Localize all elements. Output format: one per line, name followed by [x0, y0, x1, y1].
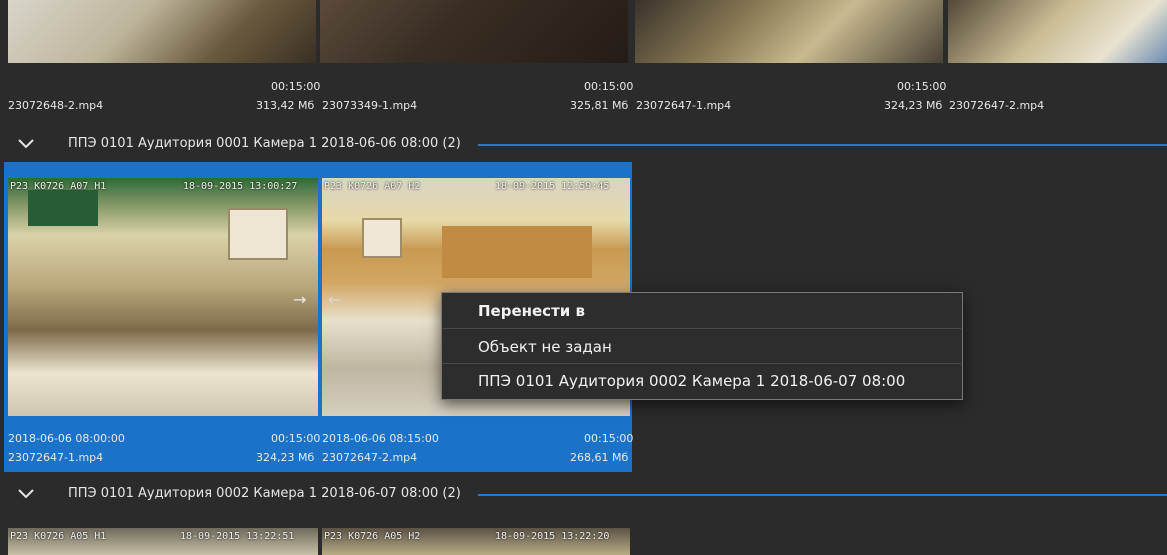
camera-stamp: P23 K0726 A05 H1: [10, 531, 107, 542]
menu-item-move-to-group[interactable]: ППЭ 0101 Аудитория 0002 Камера 1 2018-06…: [478, 372, 905, 390]
video-duration: 00:15:00: [584, 80, 634, 93]
video-filename: 23072647-2.mp4: [322, 451, 418, 464]
video-start-time: 2018-06-06 08:15:00: [322, 432, 439, 445]
video-thumbnail[interactable]: [635, 0, 943, 63]
video-size: 324,23 Мб: [884, 99, 943, 112]
time-stamp: 18-09-2015 13:22:51: [180, 531, 295, 542]
video-thumbnail[interactable]: [8, 0, 316, 63]
chalkboard: [28, 190, 98, 226]
video-duration: 00:15:00: [584, 432, 634, 445]
video-size: 324,23 Мб: [256, 451, 315, 464]
time-stamp: 18-09-2015 12:59:45: [495, 181, 610, 192]
video-size: 325,81 Мб: [570, 99, 629, 112]
wall-poster: [228, 208, 288, 260]
camera-stamp: P23 K0726 A05 H2: [324, 531, 421, 542]
camera-stamp: P23 K0726 A07 H2: [324, 181, 421, 192]
video-filename: 23072647-2.mp4: [949, 99, 1045, 112]
group-divider: [478, 144, 1167, 146]
menu-separator: [443, 363, 961, 364]
time-stamp: 18-09-2015 13:00:27: [183, 181, 298, 192]
menu-separator: [443, 328, 961, 329]
video-duration: 00:15:00: [897, 80, 947, 93]
wooden-cabinet: [442, 226, 592, 278]
camera-stamp: P23 K0726 A07 H1: [10, 181, 107, 192]
group-header[interactable]: ППЭ 0101 Аудитория 0002 Камера 1 2018-06…: [0, 484, 1167, 506]
video-duration: 00:15:00: [271, 80, 321, 93]
wall-poster: [362, 218, 402, 258]
next-arrow-icon[interactable]: →: [293, 290, 306, 309]
group-header[interactable]: ППЭ 0101 Аудитория 0001 Камера 1 2018-06…: [0, 134, 1167, 156]
group-title: ППЭ 0101 Аудитория 0002 Камера 1 2018-06…: [68, 486, 461, 501]
video-filename: 23072647-1.mp4: [8, 451, 104, 464]
video-start-time: 2018-06-06 08:00:00: [8, 432, 125, 445]
video-thumbnail[interactable]: →: [8, 178, 318, 416]
menu-item-no-object[interactable]: Объект не задан: [478, 338, 612, 356]
chevron-down-icon[interactable]: [16, 136, 36, 152]
video-size: 268,61 Мб: [570, 451, 629, 464]
video-filename: 23073349-1.mp4: [322, 99, 418, 112]
video-filename: 23072647-1.mp4: [636, 99, 732, 112]
video-size: 313,42 Мб: [256, 99, 315, 112]
prev-arrow-icon[interactable]: ←: [328, 290, 341, 309]
video-thumbnail[interactable]: [948, 0, 1167, 63]
video-filename: 23072648-2.mp4: [8, 99, 104, 112]
group-divider: [478, 494, 1167, 496]
group-title: ППЭ 0101 Аудитория 0001 Камера 1 2018-06…: [68, 136, 461, 151]
video-duration: 00:15:00: [271, 432, 321, 445]
context-menu: Перенести в Объект не задан ППЭ 0101 Ауд…: [441, 292, 963, 400]
chevron-down-icon[interactable]: [16, 486, 36, 502]
context-menu-header: Перенести в: [478, 302, 585, 320]
video-thumbnail[interactable]: [320, 0, 628, 63]
time-stamp: 18-09-2015 13:22:20: [495, 531, 610, 542]
